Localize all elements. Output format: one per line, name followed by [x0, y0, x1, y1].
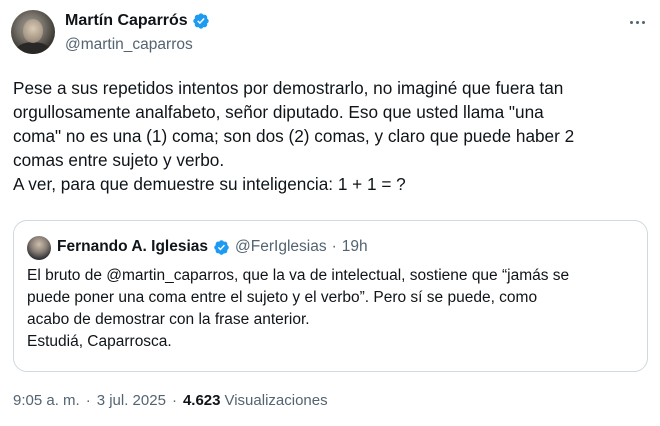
quoted-tweet-text: El bruto de @martin_caparros, que la va …	[27, 265, 637, 353]
tweet-line: Pese a sus repetidos intentos por demost…	[13, 78, 564, 98]
verified-badge-icon	[193, 13, 209, 29]
avatar-shirt	[15, 42, 51, 54]
more-dot	[629, 20, 633, 24]
quoted-line: El bruto de @martin_caparros, que la va …	[27, 267, 570, 284]
author-handle[interactable]: @martin_caparros	[65, 36, 193, 54]
quoted-timestamp[interactable]: 19h	[342, 238, 368, 256]
quoted-author-name[interactable]: Fernando A. Iglesias	[57, 238, 208, 256]
author-avatar[interactable]	[11, 10, 55, 54]
quoted-tweet[interactable]: Fernando A. Iglesias @FerIglesias · 19h …	[13, 220, 648, 372]
views-count[interactable]: 4.623	[183, 392, 221, 409]
author-name-row: Martín Caparrós	[65, 12, 210, 30]
tweet-line: comas entre sujeto y verbo.	[13, 150, 225, 170]
quoted-author-avatar[interactable]	[27, 236, 51, 260]
more-dot	[635, 20, 639, 24]
tweet-line: orgullosamente analfabeto, señor diputad…	[13, 102, 544, 122]
tweet-date[interactable]: 3 jul. 2025	[97, 392, 166, 409]
views-label[interactable]: Visualizaciones	[224, 392, 327, 409]
meta-separator: ·	[85, 392, 91, 409]
tweet-line: coma" no es una (1) coma; son dos (2) co…	[13, 126, 575, 146]
author-name[interactable]: Martín Caparrós	[65, 12, 188, 30]
avatar-face	[23, 19, 43, 43]
quoted-tweet-header: Fernando A. Iglesias @FerIglesias · 19h	[57, 238, 368, 256]
tweet-line: A ver, para que demuestre su inteligenci…	[13, 174, 406, 194]
tweet-metadata: 9:05 a. m. · 3 jul. 2025 · 4.623 Visuali…	[13, 392, 328, 409]
quoted-author-handle[interactable]: @FerIglesias	[235, 238, 327, 256]
quoted-line: Estudiá, Caparrosca.	[27, 333, 172, 350]
more-dot	[641, 20, 645, 24]
quoted-line: acabo de demostrar con la frase anterior…	[27, 311, 310, 328]
tweet-text: Pese a sus repetidos intentos por demost…	[13, 76, 649, 196]
quoted-line: puede poner una coma entre el sujeto y e…	[27, 289, 538, 306]
more-options-icon[interactable]	[626, 13, 648, 31]
verified-badge-icon	[214, 239, 229, 255]
tweet-time[interactable]: 9:05 a. m.	[13, 392, 80, 409]
quoted-separator: ·	[331, 238, 337, 255]
meta-separator: ·	[171, 392, 177, 409]
